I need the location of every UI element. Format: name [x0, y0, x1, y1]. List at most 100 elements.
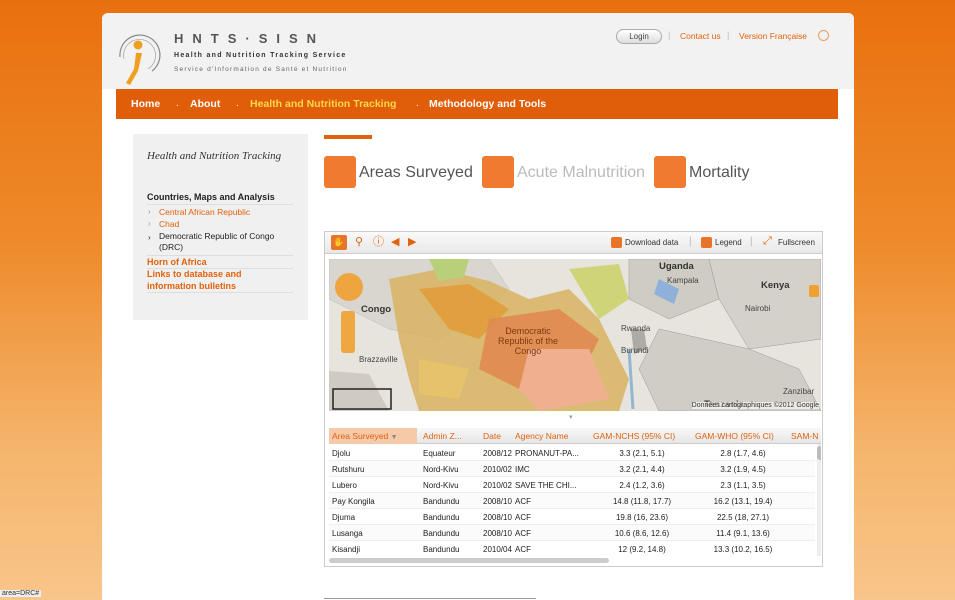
- column-agency-name[interactable]: Agency Name: [515, 431, 568, 441]
- tab-areas-surveyed[interactable]: Areas Surveyed: [324, 156, 479, 188]
- table-cell: Bandundu: [423, 529, 460, 538]
- login-button[interactable]: Login: [616, 29, 662, 44]
- sidebar-item-car[interactable]: Central African Republic: [159, 207, 250, 218]
- table-cell: 2.8 (1.7, 4.6): [720, 449, 766, 458]
- arrow-right-icon[interactable]: ▶: [408, 236, 416, 249]
- map-toolbar: ✋ ⚲ ⓘ ◀ ▶ Download data | Legend | ⤢ Ful…: [325, 232, 822, 254]
- info-icon[interactable]: ⓘ: [373, 236, 384, 249]
- column-sam-n[interactable]: SAM-N: [791, 431, 818, 441]
- legend-button[interactable]: Legend: [715, 238, 742, 247]
- table-cell: Equateur: [423, 449, 456, 458]
- table-cell: Lubero: [332, 481, 357, 490]
- globe-icon[interactable]: [818, 30, 829, 41]
- pan-control[interactable]: [335, 273, 363, 301]
- table-row[interactable]: Kisandji Bandundu 2010/04 ACF 12 (9.2, 14.8)…: [329, 541, 815, 556]
- sidebar-item-links-database[interactable]: Links to database and information bullet…: [147, 268, 267, 292]
- table-cell: ACF: [515, 529, 531, 538]
- table-row[interactable]: Pay Kongila Bandundu 2008/10 ACF 14.8 (11.8,…: [329, 493, 815, 509]
- nav-health-nutrition-tracking[interactable]: Health and Nutrition Tracking: [250, 98, 396, 110]
- sidebar-title: Health and Nutrition Tracking: [147, 150, 282, 162]
- nav-separator: .: [416, 98, 419, 109]
- nav-methodology-tools[interactable]: Methodology and Tools: [429, 98, 546, 110]
- table-cell: Lusanga: [332, 529, 363, 538]
- zoom-slider[interactable]: [341, 311, 355, 353]
- map-label-zanzibar: Zanzibar: [783, 387, 815, 396]
- separator: |: [750, 236, 753, 247]
- column-gam-who[interactable]: GAM-WHO (95% CI): [695, 431, 774, 441]
- separator: |: [727, 30, 730, 40]
- chevron-right-icon: ›: [148, 233, 151, 242]
- table-cell: 13.3 (10.2, 16.5): [713, 545, 773, 554]
- separator: |: [689, 236, 692, 247]
- table-cell: 2010/02: [483, 481, 512, 490]
- site-header: HNTS·SISN Health and Nutrition Tracking …: [102, 13, 854, 89]
- sidebar-item-horn-of-africa[interactable]: Horn of Africa: [147, 256, 207, 268]
- arrow-left-icon[interactable]: ◀: [391, 236, 399, 249]
- main-nav: Home . About . Health and Nutrition Trac…: [116, 89, 838, 119]
- table-cell: Bandundu: [423, 545, 460, 554]
- column-admin-zone[interactable]: Admin Z...: [423, 431, 462, 441]
- table-cell: Djolu: [332, 449, 351, 458]
- fullscreen-icon: ⤢: [763, 235, 772, 247]
- map-label-kampala: Kampala: [667, 276, 699, 285]
- table-cell: 11.4 (9.1, 13.6): [716, 529, 770, 538]
- column-date[interactable]: Date: [483, 431, 501, 441]
- download-icon: [611, 237, 622, 248]
- table-row[interactable]: Djolu Equateur 2008/12 PRONANUT-PA... 3.3 (2…: [329, 445, 815, 461]
- brand-subtitle-en: Health and Nutrition Tracking Service: [174, 52, 347, 59]
- map-layer-icon[interactable]: [809, 285, 819, 297]
- nav-home[interactable]: Home: [131, 98, 160, 110]
- table-row[interactable]: Lubero Nord-Kivu 2010/02 SAVE THE CHI... 2.4…: [329, 477, 815, 493]
- table-cell: 2010/02: [483, 465, 512, 474]
- zoom-icon[interactable]: ⚲: [355, 236, 363, 249]
- table-cell: Nord-Kivu: [423, 481, 459, 490]
- map-label-congo: Congo: [361, 304, 392, 315]
- table-cell: Rutshuru: [332, 465, 365, 474]
- divider: [147, 204, 293, 205]
- table-cell: Kisandji: [332, 545, 361, 554]
- download-data-button[interactable]: Download data: [625, 238, 678, 247]
- table-header: Area Surveyed ▼ Admin Z... Date Agency N…: [329, 428, 821, 444]
- tab-square-icon: [324, 156, 356, 188]
- table-cell: SAVE THE CHI...: [515, 481, 577, 490]
- table-cell: 2010/04: [483, 545, 512, 554]
- map-label-kenya: Kenya: [761, 280, 790, 291]
- table-cell: Bandundu: [423, 513, 460, 522]
- table-cell: 14.8 (11.8, 17.7): [612, 497, 672, 506]
- table-cell: 2008/10: [483, 497, 512, 506]
- table-cell: 2008/10: [483, 513, 512, 522]
- map-label-rwanda: Rwanda: [621, 324, 651, 333]
- table-row[interactable]: Rutshuru Nord-Kivu 2010/02 IMC 3.2 (2.1, 4.4…: [329, 461, 815, 477]
- pan-hand-icon[interactable]: ✋: [331, 235, 347, 250]
- table-row[interactable]: Djuma Bandundu 2008/10 ACF 19.8 (16, 23.6) 22…: [329, 509, 815, 525]
- hnts-logo[interactable]: [114, 27, 162, 87]
- tab-acute-malnutrition[interactable]: Acute Malnutrition: [482, 156, 652, 188]
- column-area-surveyed[interactable]: Area Surveyed ▼: [329, 428, 417, 444]
- table-cell: ACF: [515, 513, 531, 522]
- scrollbar-thumb[interactable]: [817, 446, 821, 460]
- fullscreen-button[interactable]: Fullscreen: [778, 238, 815, 247]
- tab-mortality[interactable]: Mortality: [654, 156, 754, 188]
- map-label-brazzaville: Brazzaville: [359, 355, 398, 364]
- sidebar-item-drc[interactable]: Democratic Republic of Congo (DRC): [159, 231, 289, 253]
- version-francaise-link[interactable]: Version Française: [739, 31, 807, 41]
- sidebar-item-chad[interactable]: Chad: [159, 219, 179, 230]
- nav-about[interactable]: About: [190, 98, 220, 110]
- table-cell: 10.6 (8.6, 12.6): [614, 529, 670, 538]
- map-label-nairobi: Nairobi: [745, 304, 771, 313]
- column-gam-nchs[interactable]: GAM-NCHS (95% CI): [593, 431, 675, 441]
- map-label-drc: Democratic Republic of the Congo: [497, 326, 559, 356]
- table-vertical-scrollbar[interactable]: [817, 444, 821, 556]
- tab-label: Areas Surveyed: [359, 164, 473, 181]
- table-horizontal-scrollbar[interactable]: [329, 558, 609, 563]
- table-cell: 22.5 (18, 27.1): [716, 513, 770, 522]
- table-cell: 3.2 (2.1, 4.4): [619, 465, 665, 474]
- table-row[interactable]: Lusanga Bandundu 2008/10 ACF 10.6 (8.6, 12.6…: [329, 525, 815, 541]
- table-cell: 3.3 (2.1, 5.1): [619, 449, 665, 458]
- collapse-handle-icon[interactable]: ▾: [569, 413, 573, 421]
- legend-icon: [701, 237, 712, 248]
- table-cell: ACF: [515, 497, 531, 506]
- map-canvas[interactable]: Uganda Kampala Kenya Nairobi Congo Democ…: [329, 259, 821, 411]
- tab-label: Acute Malnutrition: [517, 164, 646, 181]
- contact-link[interactable]: Contact us: [680, 31, 721, 41]
